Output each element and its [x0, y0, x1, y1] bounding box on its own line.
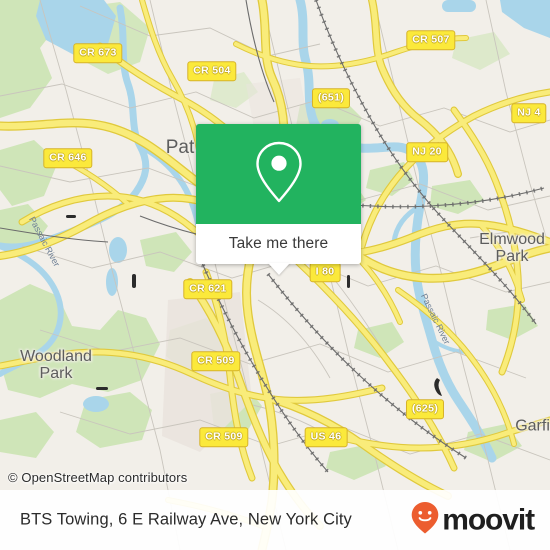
road-shield-cr-509-south[interactable]: CR 509: [199, 427, 249, 447]
map-canvas[interactable]: Passaic River Passaic River Pat Elmwood …: [0, 0, 550, 550]
footer-bar: BTS Towing, 6 E Railway Ave, New York Ci…: [0, 490, 550, 550]
place-label-elmwood-park: Elmwood Park: [479, 231, 545, 265]
place-label-paterson: Pat: [165, 137, 195, 159]
road-shield-nj-4[interactable]: NJ 4: [511, 103, 547, 123]
callout-icon-area: [196, 124, 361, 224]
road-shield-us-46[interactable]: US 46: [304, 427, 348, 447]
osm-attribution[interactable]: © OpenStreetMap contributors: [8, 470, 187, 485]
callout-action-area[interactable]: Take me there: [196, 224, 361, 275]
road-shield-cr-673[interactable]: CR 673: [73, 43, 123, 63]
road-shield-cr-509-north[interactable]: CR 509: [191, 351, 241, 371]
road-shield-cr-621[interactable]: CR 621: [183, 279, 233, 299]
map-vector-layer: [0, 0, 550, 550]
location-title: BTS Towing, 6 E Railway Ave, New York Ci…: [20, 510, 352, 529]
moovit-pin-icon: [410, 501, 440, 540]
place-label-woodland-park: Woodland Park: [20, 348, 92, 382]
road-shield-cr-646[interactable]: CR 646: [43, 148, 93, 168]
road-shield-cr-504[interactable]: CR 504: [187, 61, 237, 81]
road-shield-625[interactable]: (625): [405, 399, 445, 419]
map-screenshot: Passaic River Passaic River Pat Elmwood …: [0, 0, 550, 550]
road-shield-i-80[interactable]: I 80: [309, 262, 341, 282]
moovit-wordmark: moovit: [442, 503, 535, 536]
road-shield-651[interactable]: (651): [311, 88, 351, 108]
destination-callout-card[interactable]: Take me there: [196, 124, 361, 275]
road-shield-cr-507[interactable]: CR 507: [406, 30, 456, 50]
road-shield-nj-20[interactable]: NJ 20: [406, 142, 448, 162]
place-label-garfield: Garfie: [515, 417, 550, 435]
take-me-there-label: Take me there: [228, 235, 329, 252]
map-pin-icon: [251, 139, 307, 210]
moovit-logo[interactable]: moovit: [410, 501, 535, 540]
callout-pointer-tail: [267, 263, 290, 275]
